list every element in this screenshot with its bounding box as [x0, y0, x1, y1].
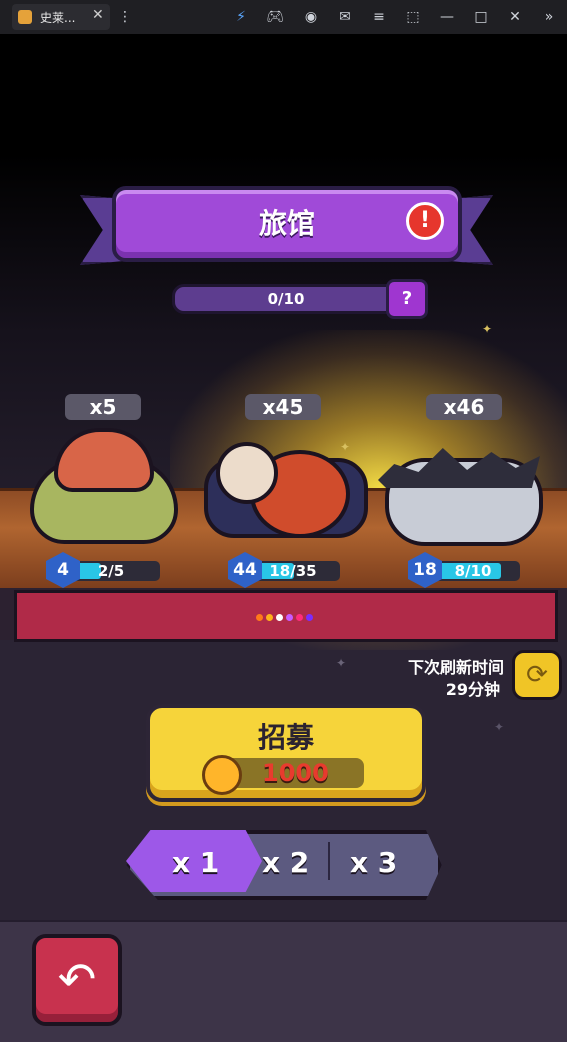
monster-2-count: x45 [245, 394, 321, 420]
recruit-cost-value: 1000 [262, 759, 329, 787]
help-button[interactable]: ? [386, 279, 428, 319]
inn-progress-bar: 0/10 [172, 284, 400, 314]
multiplier-x1[interactable]: x 1 [172, 846, 219, 879]
recruit-cost: 1000 [202, 755, 364, 795]
page-dot[interactable] [256, 614, 263, 621]
sparkle-icon: ✦ [482, 322, 493, 336]
minimize-icon[interactable]: — [438, 8, 456, 26]
multiplier-x2[interactable]: x 2 [262, 846, 309, 879]
multiplier-x3[interactable]: x 3 [350, 846, 397, 879]
browser-tab[interactable]: 史莱... ✕ [12, 4, 110, 30]
refresh-button[interactable]: ⟳ [512, 650, 562, 700]
recruit-button[interactable]: 招募 1000 [146, 704, 426, 802]
sparkle-icon: ✦ [340, 440, 351, 454]
multiplier-divider [328, 842, 330, 880]
monster-2-helmet [216, 442, 278, 504]
alert-icon[interactable]: ! [406, 202, 444, 240]
page-dot[interactable] [306, 614, 313, 621]
more-vertical-icon[interactable]: ⋮ [116, 8, 134, 26]
refresh-time: 29分钟 [445, 680, 500, 699]
page-dot[interactable] [266, 614, 273, 621]
sparkle-icon: ✦ [336, 656, 347, 670]
mail-icon[interactable]: ✉ [336, 8, 354, 26]
app-favicon-icon [18, 10, 32, 24]
back-button[interactable]: ↶ [32, 934, 122, 1026]
close-window-icon[interactable]: ✕ [506, 8, 524, 26]
refresh-label: 下次刷新时间 [407, 658, 504, 677]
back-arrow-icon: ↶ [57, 952, 97, 1006]
gold-coin-icon [202, 755, 242, 795]
monster-3-count: x46 [426, 394, 502, 420]
expand-icon[interactable]: » [540, 8, 558, 26]
page-dots [256, 614, 313, 621]
monster-1-count: x5 [65, 394, 141, 420]
window-title-bar: 史莱... ✕ ⋮ ⚡ 🎮︎ ◉ ✉ ≡ ⬚ — □ ✕ » [0, 0, 567, 34]
tab-title: 史莱... [40, 11, 76, 25]
tab-close-icon[interactable]: ✕ [92, 7, 104, 23]
gamepad-icon[interactable]: 🎮︎ [266, 8, 284, 26]
sparkle-icon: ✦ [494, 720, 505, 734]
lightning-icon[interactable]: ⚡ [232, 8, 250, 26]
menu-icon[interactable]: ≡ [370, 8, 388, 26]
page-dot[interactable] [286, 614, 293, 621]
page-dot[interactable] [296, 614, 303, 621]
page-dot[interactable] [276, 614, 283, 621]
user-icon[interactable]: ◉ [302, 8, 320, 26]
recruit-label: 招募 [257, 721, 314, 754]
maximize-icon[interactable]: □ [472, 8, 490, 26]
refresh-icon: ⟳ [526, 660, 548, 690]
screenshot-icon[interactable]: ⬚ [404, 8, 422, 26]
inn-progress-text: 0/10 [267, 290, 305, 308]
